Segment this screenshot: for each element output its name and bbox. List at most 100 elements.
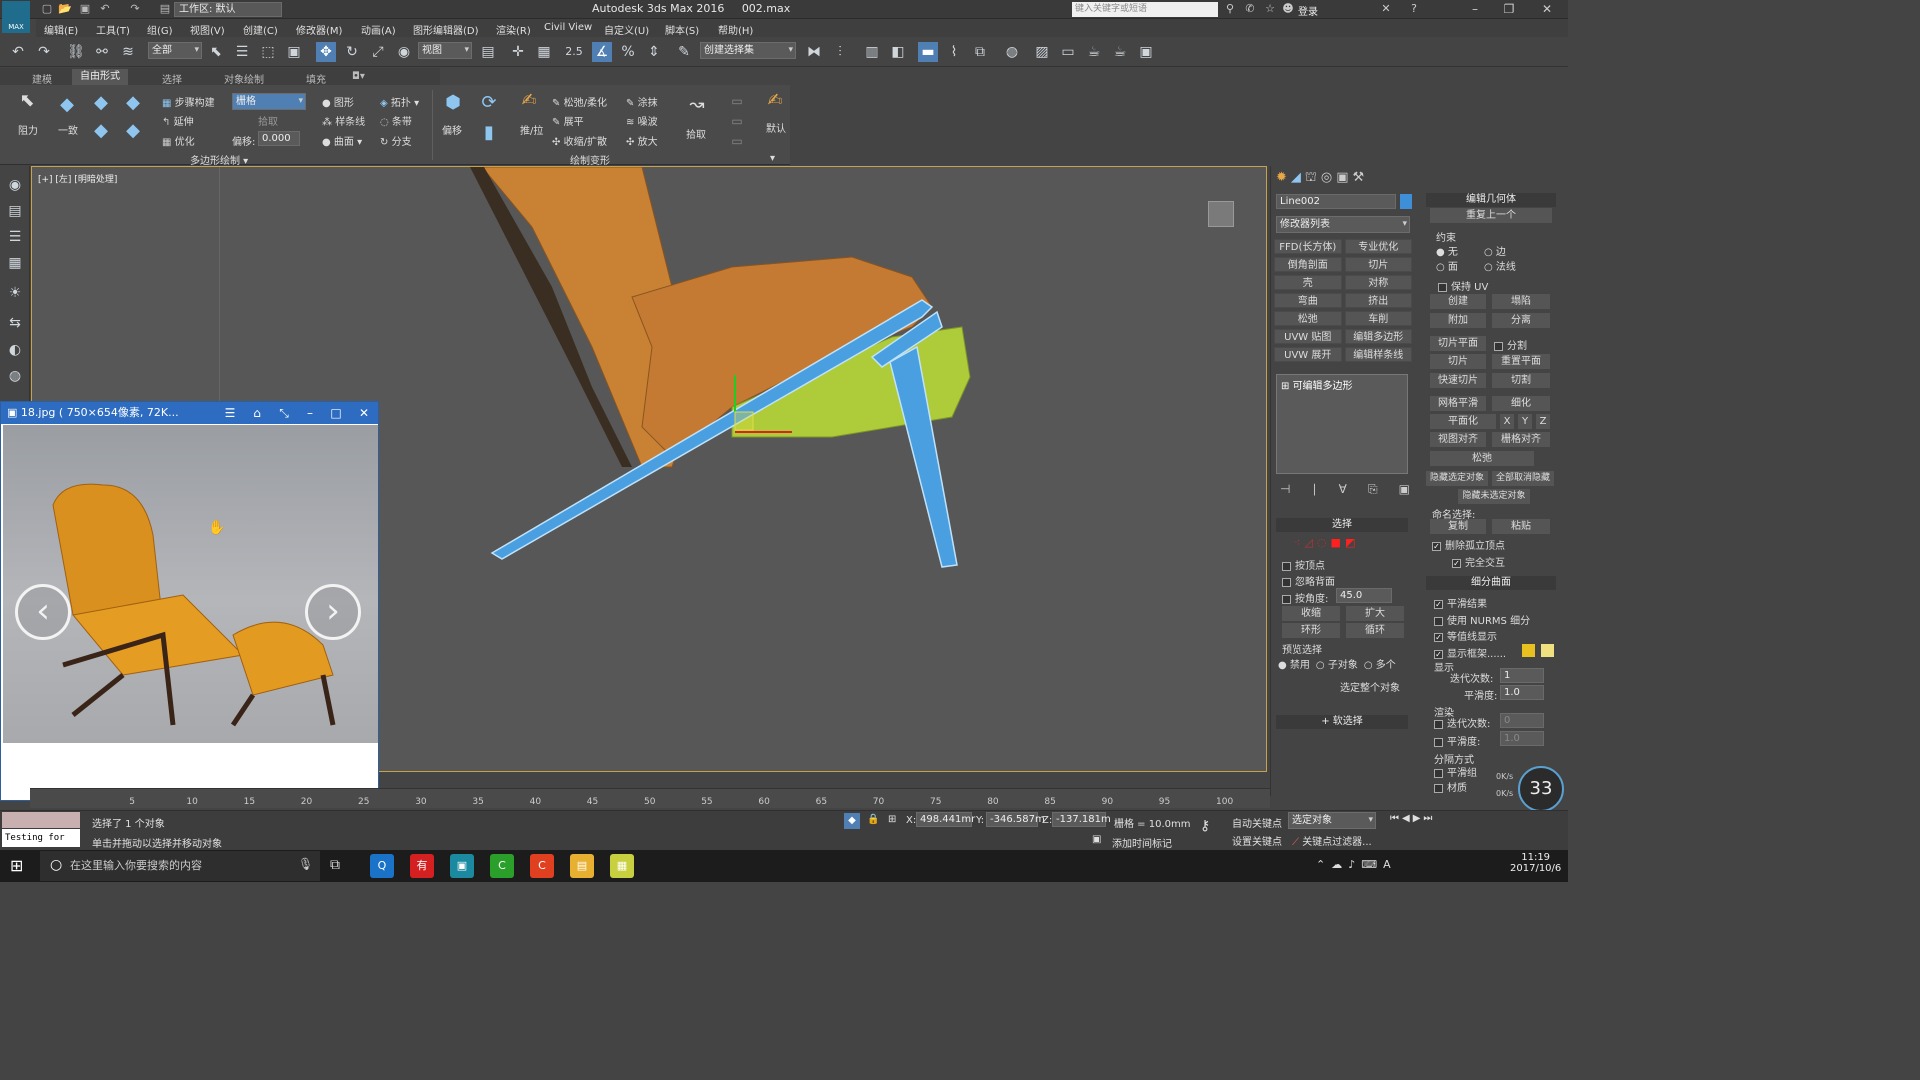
constraint-none-radio[interactable]: ● 无	[1436, 243, 1458, 258]
checkbox-box[interactable]	[1434, 719, 1443, 729]
object-name-field[interactable]: Line002	[1276, 194, 1396, 209]
conform-label[interactable]: 偏移	[442, 122, 462, 137]
subdivision-surface-header[interactable]: 细分曲面	[1426, 576, 1556, 590]
detach-button[interactable]: 分离	[1492, 313, 1550, 328]
layer-manager-icon[interactable]: ▥	[862, 42, 882, 62]
hide-unselected-button[interactable]: 隐藏未选定对象	[1458, 489, 1530, 504]
task-view-icon[interactable]: ⧉	[330, 857, 340, 873]
delete-isolated-checkbox[interactable]: ✓ 删除孤立顶点	[1432, 537, 1505, 552]
rect-selection-icon[interactable]: ⬚	[258, 42, 278, 62]
menu-civil-view[interactable]: Civil View	[544, 22, 592, 33]
pick-deform-icon[interactable]: ↝	[686, 94, 708, 116]
rendered-frame-icon[interactable]: ▭	[1058, 42, 1078, 62]
brush-icon-1[interactable]: ◆	[90, 92, 112, 114]
key-mode-dropdown[interactable]: 选定对象	[1288, 812, 1376, 829]
make-unique-icon[interactable]: ∀	[1339, 482, 1347, 497]
topology-button[interactable]: ◈ 拓扑 ▾	[380, 94, 419, 109]
select-scale-icon[interactable]: ⤢	[368, 42, 388, 62]
auto-key-button[interactable]: 自动关键点	[1232, 815, 1282, 830]
menu-create[interactable]: 创建(C)	[243, 22, 278, 37]
default-brush-icon[interactable]: ✍	[764, 90, 786, 112]
user-icon[interactable]: ☻	[1280, 1, 1296, 17]
border-icon[interactable]: ◌	[1317, 536, 1327, 549]
star-icon[interactable]: ☆	[1262, 1, 1278, 17]
z-coord-input[interactable]: -137.181m	[1052, 812, 1111, 827]
ribbon-expand-icon[interactable]: ▾	[770, 153, 775, 164]
maxscript-mini-listener[interactable]: Testing for AL	[2, 829, 80, 861]
surface-type-dropdown[interactable]: 栅格	[232, 93, 306, 110]
copy-button[interactable]: 复制	[1430, 519, 1486, 534]
by-vertex-checkbox[interactable]: 按顶点	[1282, 557, 1325, 572]
mod-button-bend[interactable]: 弯曲	[1274, 293, 1342, 308]
checkbox-box[interactable]	[1282, 577, 1291, 587]
render-icon[interactable]: ◍	[5, 366, 25, 386]
render-iterations-checkbox[interactable]: 迭代次数:	[1434, 715, 1490, 730]
select-by-name-icon[interactable]: ☰	[232, 42, 252, 62]
file-explorer-icon[interactable]: ▤	[570, 854, 594, 878]
polygon-icon[interactable]: ■	[1331, 536, 1341, 549]
close-button[interactable]: ✕	[1530, 0, 1564, 19]
menu-rendering[interactable]: 渲染(R)	[496, 22, 531, 37]
conform-brush-icon[interactable]: ◆	[56, 94, 78, 116]
login-link[interactable]: 登录	[1298, 3, 1318, 18]
step-build-button[interactable]: ▦ 步骤构建	[162, 94, 215, 109]
paste-button[interactable]: 粘贴	[1492, 519, 1550, 534]
amplify-button[interactable]: ✣ 放大	[626, 133, 658, 148]
time-tag-icon[interactable]: ▣	[1092, 834, 1101, 845]
communication-icon[interactable]: ✆	[1242, 1, 1258, 17]
binoculars-icon[interactable]: ⚲	[1222, 1, 1238, 17]
mod-button-ffd[interactable]: FFD(长方体)	[1274, 239, 1342, 254]
brush-icon-4[interactable]: ◆	[122, 120, 144, 142]
tab-object-paint[interactable]: 对象绘制	[224, 71, 264, 86]
mod-button-extrude[interactable]: 挤出	[1344, 293, 1412, 308]
app-logo[interactable]: MAX	[2, 1, 30, 33]
viewer-close-button[interactable]: ✕	[351, 402, 377, 424]
grid-align-button[interactable]: 栅格对齐	[1492, 432, 1550, 447]
render-smoothness-checkbox[interactable]: 平滑度:	[1434, 733, 1480, 748]
shrink-expand-button[interactable]: ✣ 收缩/扩散	[552, 133, 607, 148]
menu-modifiers[interactable]: 修改器(M)	[296, 22, 342, 37]
shapes-button[interactable]: ● 图形	[322, 94, 354, 109]
image-viewer-taskbar-icon[interactable]: ▦	[610, 854, 634, 878]
general-label[interactable]: 一致	[58, 122, 78, 137]
graphite-toggle-icon[interactable]: ◧	[888, 42, 908, 62]
ring-button[interactable]: 环形	[1282, 623, 1340, 638]
menu-tools[interactable]: 工具(T)	[96, 22, 130, 37]
menu-views[interactable]: 视图(V)	[190, 22, 225, 37]
image-viewer-window[interactable]: ▣ 18.jpg ( 750×654像素, 72K... ☰ ⌂ ⤡ – □ ✕…	[0, 401, 379, 801]
soft-selection-rollout-header[interactable]: + 软选择	[1276, 715, 1408, 729]
angle-input[interactable]: 45.0	[1336, 588, 1392, 603]
named-selection-dropdown[interactable]: 创建选择集	[700, 42, 796, 59]
checkbox-box[interactable]: ✓	[1434, 632, 1443, 642]
absolute-mode-icon[interactable]: ⊞	[888, 814, 896, 825]
render-production-icon[interactable]: ☕	[1084, 42, 1104, 62]
checkbox-box[interactable]: ✓	[1452, 558, 1461, 568]
hide-selected-button[interactable]: 隐藏选定对象	[1426, 471, 1488, 486]
search-input[interactable]: 键入关键字或短语	[1072, 2, 1218, 17]
scene-explorer-icon[interactable]: ▤	[5, 201, 25, 221]
planar-y-button[interactable]: Y	[1518, 414, 1532, 429]
ignore-backfacing-checkbox[interactable]: 忽略背面	[1282, 573, 1335, 588]
filter-icon[interactable]: ⇆	[5, 313, 25, 333]
tessellate-button[interactable]: 细化	[1492, 396, 1550, 411]
viewer-maximize-button[interactable]: □	[323, 402, 349, 424]
slice-plane-button[interactable]: 切片平面	[1430, 336, 1486, 351]
render-cloud-icon[interactable]: ▣	[1136, 42, 1156, 62]
reset-plane-button[interactable]: 重置平面	[1492, 354, 1550, 369]
planar-x-button[interactable]: X	[1500, 414, 1514, 429]
render-iterations-input[interactable]: 0	[1500, 713, 1544, 728]
polydraw-group-label[interactable]: 多边形绘制 ▾	[190, 152, 248, 167]
object-color-swatch[interactable]	[1400, 194, 1412, 209]
windows-start-icon[interactable]: ⊞	[10, 856, 23, 875]
offset-input[interactable]: 0.000	[258, 131, 300, 146]
menu-animation[interactable]: 动画(A)	[361, 22, 396, 37]
checkbox-box[interactable]: ✓	[1432, 541, 1441, 551]
keyboard-shortcut-icon[interactable]: ▦	[534, 42, 554, 62]
selection-rollout-header[interactable]: 选择	[1276, 518, 1408, 532]
slice-button[interactable]: 切片	[1430, 354, 1486, 369]
mirror-icon[interactable]: ⧓	[804, 42, 824, 62]
checkbox-box[interactable]	[1438, 282, 1447, 292]
undo-icon[interactable]: ↶	[8, 42, 28, 62]
edit-geometry-header[interactable]: 编辑几何体	[1426, 193, 1556, 207]
ref-coord-dropdown[interactable]: 视图	[418, 42, 472, 59]
